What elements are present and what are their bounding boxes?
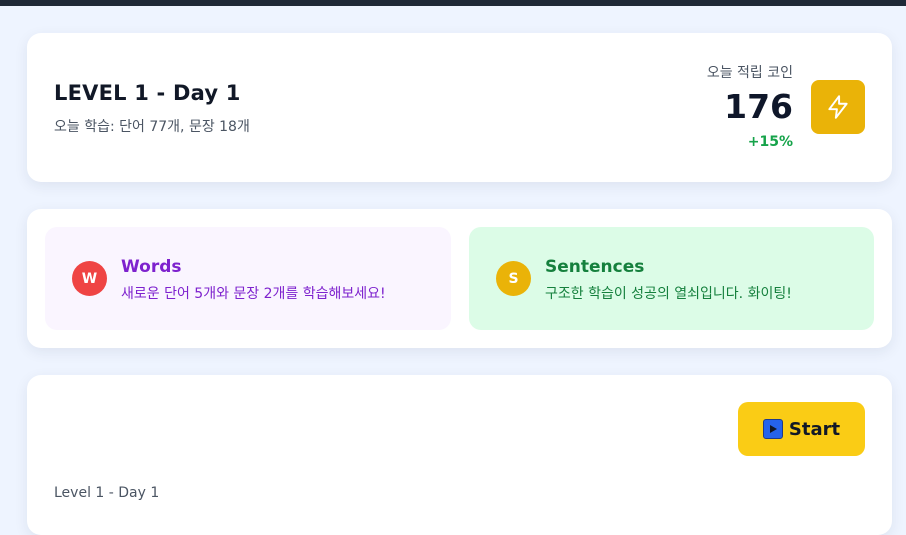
session-card: Start Level 1 - Day 1 [27,375,892,535]
coins-change: +15% [747,134,793,150]
study-tiles-card: W Words 새로운 단어 5개와 문장 2개를 학습해보세요! S Sent… [27,209,892,348]
coins-value: 176 [724,87,793,126]
words-description: 새로운 단어 5개와 문장 2개를 학습해보세요! [121,286,386,302]
sentences-description: 구조한 학습이 성공의 열쇠입니다. 화이팅! [545,286,792,302]
bolt-icon [828,95,848,119]
top-bar [0,0,906,6]
today-summary: 오늘 학습: 단어 77개, 문장 18개 [54,119,250,135]
coins-label: 오늘 적립 코인 [706,65,793,81]
words-title: Words [121,257,182,277]
sentences-tile[interactable]: S Sentences 구조한 학습이 성공의 열쇠입니다. 화이팅! [469,227,874,330]
sentences-title: Sentences [545,257,645,277]
words-tile[interactable]: W Words 새로운 단어 5개와 문장 2개를 학습해보세요! [45,227,451,330]
play-icon [762,419,783,439]
level-title: LEVEL 1 - Day 1 [54,81,241,105]
sentences-badge: S [496,261,531,296]
level-summary-card: LEVEL 1 - Day 1 오늘 학습: 단어 77개, 문장 18개 오늘… [27,33,892,182]
words-badge: W [72,261,107,296]
session-caption: Level 1 - Day 1 [54,485,160,501]
start-label: Start [788,418,841,440]
start-button[interactable]: Start [738,402,865,456]
bolt-button[interactable] [811,80,865,134]
